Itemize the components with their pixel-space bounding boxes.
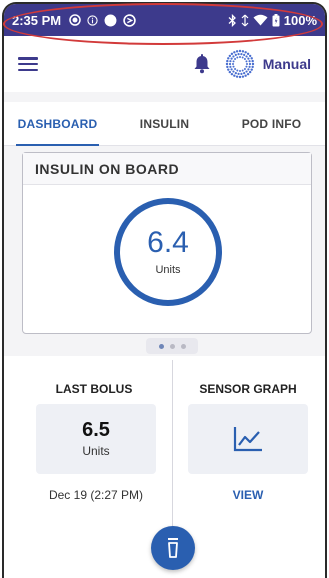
line-chart-icon: [233, 427, 262, 452]
last-bolus-title: LAST BOLUS: [55, 382, 133, 396]
sensor-graph-box[interactable]: [188, 404, 308, 474]
app-bar: Manual: [4, 36, 325, 92]
phone-screen: 2:35 PM 100% Manual DASHBOARD INSULIN PO…: [2, 2, 327, 578]
mode-label[interactable]: Manual: [263, 56, 311, 72]
wifi-icon: [253, 14, 268, 26]
last-bolus-box: 6.5 Units: [36, 404, 156, 474]
hamburger-icon[interactable]: [18, 57, 38, 71]
tab-pod-info[interactable]: POD INFO: [218, 102, 325, 145]
sensor-graph-title: SENSOR GRAPH: [199, 382, 297, 396]
pod-icon: [168, 538, 178, 558]
last-bolus-unit: Units: [82, 444, 110, 458]
tab-insulin[interactable]: INSULIN: [111, 102, 218, 145]
battery-percent: 100%: [283, 12, 317, 28]
tab-bar: DASHBOARD INSULIN POD INFO: [4, 102, 325, 146]
bell-icon[interactable]: [193, 54, 211, 74]
sync-icon: [123, 13, 136, 27]
bluetooth-icon: [228, 13, 236, 27]
column-divider: [172, 360, 173, 530]
battery-icon: [272, 13, 280, 26]
status-left-icons: [69, 13, 136, 27]
status-bar: 2:35 PM 100%: [4, 4, 325, 36]
sunburst-icon[interactable]: [225, 49, 255, 79]
page-dot[interactable]: [158, 343, 164, 349]
last-bolus-value: 6.5: [82, 419, 110, 441]
record-icon: [69, 14, 81, 26]
circle-icon: [104, 14, 117, 26]
iob-unit: Units: [155, 264, 181, 276]
iob-ring: 6.4 Units: [114, 198, 222, 306]
tab-dashboard[interactable]: DASHBOARD: [4, 102, 111, 146]
view-sensor-graph-link[interactable]: VIEW: [188, 488, 308, 502]
status-time: 2:35 PM: [12, 12, 62, 28]
bolus-fab[interactable]: [151, 526, 195, 570]
iob-value: 6.4: [147, 226, 189, 259]
page-dot[interactable]: [169, 343, 175, 349]
iob-title: INSULIN ON BOARD: [23, 153, 311, 185]
status-right-icons: 100%: [228, 13, 317, 28]
last-bolus-date: Dec 19 (2:27 PM): [48, 488, 144, 502]
page-indicator[interactable]: [146, 338, 198, 354]
page-dot[interactable]: [180, 343, 186, 349]
insulin-on-board-card[interactable]: INSULIN ON BOARD 6.4 Units: [22, 152, 312, 334]
info-icon: [87, 14, 98, 26]
signal-icon: [241, 14, 249, 26]
